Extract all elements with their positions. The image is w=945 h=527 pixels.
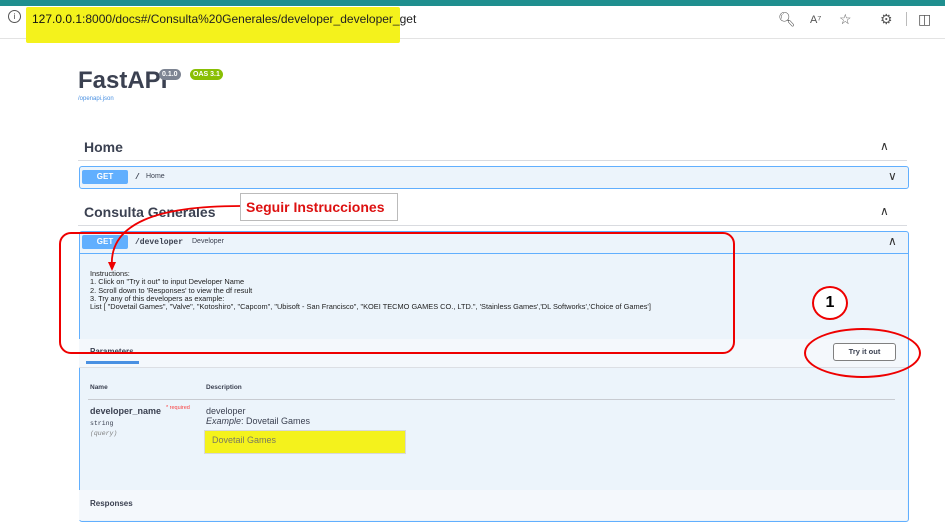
step-number-badge: 1	[812, 286, 848, 320]
try-button-highlight-ellipse	[804, 328, 921, 378]
annotation-arrow	[108, 205, 241, 271]
callout-text: Seguir Instrucciones	[246, 199, 385, 215]
